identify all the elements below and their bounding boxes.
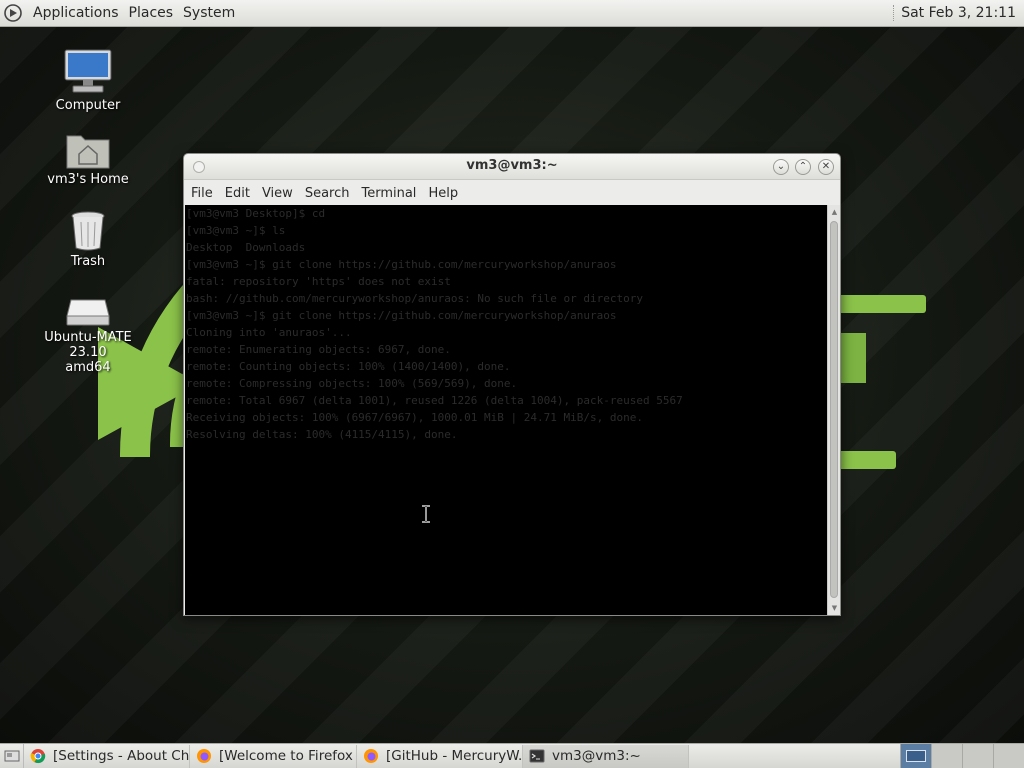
taskbar-item-label: [GitHub - MercuryW... (386, 748, 523, 764)
terminal-scrollbar[interactable]: ▲ ▼ (827, 205, 840, 615)
terminal-line: remote: Counting objects: 100% (1400/140… (186, 360, 511, 373)
trash-icon (71, 211, 105, 251)
terminal-icon (529, 749, 545, 763)
bottom-panel: [Settings - About Ch... [Welcome to Fire… (0, 743, 1024, 768)
workspace-4[interactable] (993, 744, 1024, 768)
terminal-line: remote: Enumerating objects: 6967, done. (186, 343, 451, 356)
drive-icon (66, 299, 110, 326)
mate-logo-icon[interactable] (4, 4, 22, 22)
desktop-icon-label: amd64 (65, 360, 111, 375)
taskbar-item-terminal[interactable]: vm3@vm3:~ (523, 744, 689, 768)
minimize-button[interactable]: ⌄ (773, 159, 789, 175)
workspace-2[interactable] (931, 744, 962, 768)
terminal-line: Resolving deltas: 100% (4115/4115), done… (186, 428, 458, 441)
desktop-icon-trash[interactable]: Trash (28, 210, 148, 269)
terminal-line: [vm3@vm3 ~]$ ls (186, 224, 286, 237)
scrollbar-thumb[interactable] (830, 221, 838, 598)
firefox-icon (364, 749, 378, 763)
top-panel: Applications Places System Sat Feb 3, 21… (0, 0, 1024, 27)
desktop-icon-label: Ubuntu-MATE 23.10 (44, 330, 132, 360)
terminal-menubar: File Edit View Search Terminal Help (184, 181, 840, 205)
scroll-up-arrow-icon[interactable]: ▲ (829, 207, 840, 217)
menu-search[interactable]: Search (301, 186, 358, 201)
terminal-line: remote: Compressing objects: 100% (569/5… (186, 377, 518, 390)
terminal-line: [vm3@vm3 ~]$ git clone https://github.co… (186, 258, 617, 271)
applications-menu[interactable]: Applications (28, 5, 124, 21)
terminal-line: [vm3@vm3 ~]$ git clone https://github.co… (186, 309, 617, 322)
clock[interactable]: Sat Feb 3, 21:11 (901, 5, 1024, 21)
chrome-icon (30, 749, 46, 764)
taskbar-item-chrome-settings[interactable]: [Settings - About Ch... (24, 744, 190, 768)
menu-help[interactable]: Help (424, 186, 466, 201)
panel-separator (893, 5, 895, 21)
desktop-icon-label: vm3's Home (47, 172, 129, 187)
workspace-3[interactable] (962, 744, 993, 768)
menu-terminal[interactable]: Terminal (357, 186, 424, 201)
maximize-button[interactable]: ⌃ (795, 159, 811, 175)
terminal-line: fatal: repository 'https' does not exist (186, 275, 451, 288)
terminal-line: Cloning into 'anuraos'... (186, 326, 352, 339)
taskbar-item-label: [Settings - About Ch... (53, 748, 190, 764)
desktop-icon-label: Trash (70, 254, 106, 269)
desktop-icon-label: Computer (55, 98, 121, 113)
show-desktop-button[interactable] (0, 744, 24, 768)
scroll-down-arrow-icon[interactable]: ▼ (829, 603, 840, 613)
places-menu[interactable]: Places (124, 5, 179, 21)
home-folder-icon (66, 135, 110, 169)
terminal-line: Desktop Downloads (186, 241, 306, 254)
terminal-line: Receiving objects: 100% (6967/6967), 100… (186, 411, 643, 424)
workspace-1[interactable] (900, 744, 931, 768)
menu-file[interactable]: File (187, 186, 221, 201)
terminal-window[interactable]: vm3@vm3:~ ⌄ ⌃ ✕ File Edit View Search Te… (183, 153, 841, 616)
desktop-icon-home[interactable]: vm3's Home (28, 130, 148, 187)
workspace-switcher (900, 744, 1024, 768)
menu-view[interactable]: View (258, 186, 301, 201)
terminal-line: remote: Total 6967 (delta 1001), reused … (186, 394, 683, 407)
close-button[interactable]: ✕ (818, 159, 834, 175)
taskbar-item-label: [Welcome to Firefox ... (219, 748, 357, 764)
terminal-output[interactable]: [vm3@vm3 Desktop]$ cd [vm3@vm3 ~]$ ls Desk… (185, 205, 827, 615)
taskbar-item-firefox-welcome[interactable]: [Welcome to Firefox ... (190, 744, 357, 768)
desktop-icon-drive[interactable]: Ubuntu-MATE 23.10 amd64 (28, 298, 148, 375)
menu-edit[interactable]: Edit (221, 186, 258, 201)
terminal-line: bash: //github.com/mercuryworkshop/anura… (186, 292, 643, 305)
window-titlebar[interactable]: vm3@vm3:~ ⌄ ⌃ ✕ (184, 154, 840, 180)
text-cursor-icon (422, 505, 430, 523)
terminal-line: [vm3@vm3 Desktop]$ cd (186, 207, 326, 220)
show-desktop-icon (4, 750, 19, 762)
firefox-icon (197, 749, 211, 763)
taskbar-item-firefox-github[interactable]: [GitHub - MercuryW... (357, 744, 523, 768)
window-title: vm3@vm3:~ (466, 158, 558, 173)
taskbar-item-label: vm3@vm3:~ (552, 748, 641, 764)
system-menu[interactable]: System (178, 5, 240, 21)
computer-icon (64, 49, 112, 93)
desktop-icon-computer[interactable]: Computer (28, 48, 148, 113)
